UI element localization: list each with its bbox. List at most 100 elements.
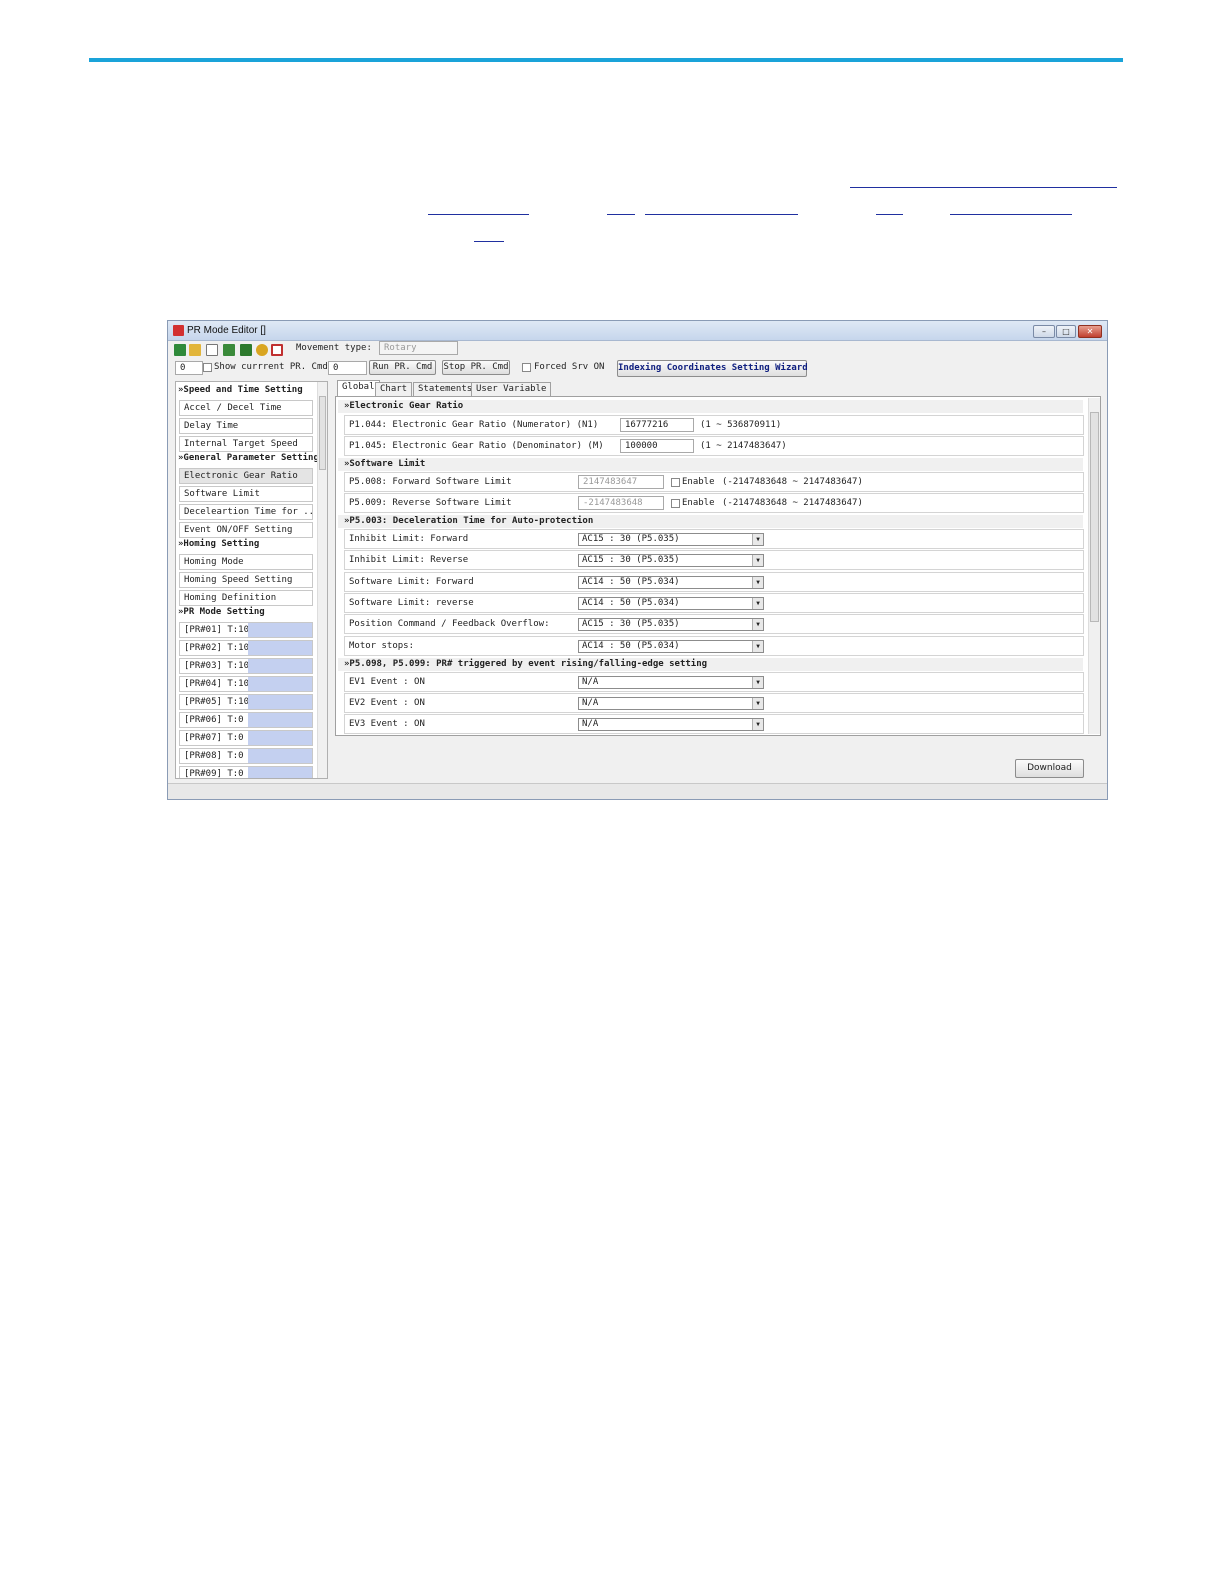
sidebar-item-decel-time[interactable]: Deceleartion Time for ... (179, 504, 313, 520)
chevron-down-icon[interactable]: ▼ (752, 677, 763, 688)
sidebar-item-homing-mode[interactable]: Homing Mode (179, 554, 313, 570)
software-limit-section-header[interactable]: »Software Limit (338, 458, 1083, 471)
close-button[interactable]: ✕ (1078, 325, 1102, 338)
sidebar-group-pr-mode[interactable]: »PR Mode Setting (178, 607, 265, 617)
sidebar-group-homing[interactable]: »Homing Setting (178, 539, 259, 549)
stop-pr-cmd-button[interactable]: Stop PR. Cmd (442, 360, 510, 375)
p1044-label: P1.044: Electronic Gear Ratio (Numerator… (349, 420, 599, 430)
tab-global[interactable]: Global (337, 380, 380, 396)
doc-link[interactable] (428, 214, 529, 215)
doc-link[interactable] (876, 214, 903, 215)
p1045-row: P1.045: Electronic Gear Ratio (Denominat… (344, 436, 1084, 456)
decel-select[interactable]: AC15 : 30 (P5.035) ▼ (578, 554, 764, 567)
sidebar-item-homing-speed[interactable]: Homing Speed Setting (179, 572, 313, 588)
panel-scrollbar[interactable] (1088, 398, 1100, 734)
p5008-enable-checkbox[interactable] (671, 478, 680, 487)
event-row-label: EV3 Event : ON (349, 719, 425, 729)
maximize-button[interactable]: □ (1056, 325, 1076, 338)
p5009-row: P5.009: Reverse Software Limit -21474836… (344, 493, 1084, 513)
chevron-down-icon[interactable]: ▼ (752, 619, 763, 630)
title-bar: PR Mode Editor [] – □ ✕ (168, 321, 1107, 341)
sidebar-item-accel-decel[interactable]: Accel / Decel Time (179, 400, 313, 416)
save-icon[interactable] (174, 344, 186, 356)
download-button[interactable]: Download (1015, 759, 1084, 778)
p5009-input[interactable]: -2147483648 (578, 496, 664, 510)
new-document-icon[interactable] (206, 344, 218, 356)
sidebar-item-gear-ratio[interactable]: Electronic Gear Ratio (179, 468, 313, 484)
sidebar-scrollbar[interactable] (317, 382, 327, 778)
event-select[interactable]: N/A ▼ (578, 676, 764, 689)
doc-link[interactable] (850, 187, 1117, 188)
import-icon[interactable] (223, 344, 235, 356)
pr-list-item[interactable]: [PR#07] T:0 (179, 730, 313, 746)
indexing-wizard-button[interactable]: Indexing Coordinates Setting Wizard (617, 360, 808, 377)
pr-list-item[interactable]: [PR#09] T:0 (179, 766, 313, 778)
doc-link[interactable] (474, 241, 504, 242)
forced-srv-checkbox[interactable] (522, 363, 531, 372)
sidebar-item-homing-definition[interactable]: Homing Definition (179, 590, 313, 606)
decel-select[interactable]: AC15 : 30 (P5.035) ▼ (578, 618, 764, 631)
sidebar: »Speed and Time Setting Accel / Decel Ti… (175, 381, 328, 779)
global-panel: »Electronic Gear Ratio P1.044: Electroni… (335, 396, 1101, 736)
p1044-input[interactable]: 16777216 (620, 418, 694, 432)
chevron-down-icon[interactable]: ▼ (752, 719, 763, 730)
chevron-down-icon[interactable]: ▼ (752, 577, 763, 588)
status-bar (168, 783, 1107, 799)
gear-ratio-section-header[interactable]: »Electronic Gear Ratio (338, 400, 1083, 413)
sidebar-item-event-onoff[interactable]: Event ON/OFF Setting (179, 522, 313, 538)
open-folder-icon[interactable] (189, 344, 201, 356)
sidebar-scroll-thumb[interactable] (319, 396, 326, 470)
decel-select[interactable]: AC14 : 50 (P5.034) ▼ (578, 597, 764, 610)
p5008-enable-label: Enable (682, 477, 715, 487)
event-select[interactable]: N/A ▼ (578, 697, 764, 710)
chevron-down-icon[interactable]: ▼ (752, 698, 763, 709)
decel-select[interactable]: AC14 : 50 (P5.034) ▼ (578, 576, 764, 589)
movement-type-select[interactable]: Rotary (379, 341, 458, 355)
chevron-down-icon[interactable]: ▼ (752, 555, 763, 566)
decel-select[interactable]: AC15 : 30 (P5.035) ▼ (578, 533, 764, 546)
pr-list-item[interactable]: [PR#05] T:10 (179, 694, 313, 710)
pr-list-item[interactable]: [PR#04] T:10 (179, 676, 313, 692)
event-row: EV1 Event : ON N/A ▼ (344, 672, 1084, 692)
sidebar-item-software-limit[interactable]: Software Limit (179, 486, 313, 502)
decel-section-header[interactable]: »P5.003: Deceleration Time for Auto-prot… (338, 515, 1083, 528)
event-select[interactable]: N/A ▼ (578, 718, 764, 731)
app-logo-icon (173, 325, 184, 336)
pr-list-item[interactable]: [PR#02] T:10 (179, 640, 313, 656)
p1045-input[interactable]: 100000 (620, 439, 694, 453)
p5009-enable-checkbox[interactable] (671, 499, 680, 508)
settings-clear-icon[interactable] (271, 344, 283, 356)
tab-user-variable[interactable]: User Variable (471, 382, 552, 396)
chevron-down-icon[interactable]: ▼ (752, 598, 763, 609)
pr-list-item[interactable]: [PR#06] T:0 (179, 712, 313, 728)
panel-scroll-thumb[interactable] (1090, 412, 1099, 622)
p1045-label: P1.045: Electronic Gear Ratio (Denominat… (349, 441, 604, 451)
chevron-down-icon[interactable]: ▼ (752, 641, 763, 652)
minimize-button[interactable]: – (1033, 325, 1055, 338)
doc-link[interactable] (645, 214, 798, 215)
sidebar-item-target-speed[interactable]: Internal Target Speed (179, 436, 313, 452)
pr-index-field[interactable]: 0 (175, 361, 203, 375)
sidebar-group-speed[interactable]: »Speed and Time Setting (178, 385, 303, 395)
show-current-checkbox[interactable] (203, 363, 212, 372)
sidebar-item-delay-time[interactable]: Delay Time (179, 418, 313, 434)
tab-statements[interactable]: Statements (413, 382, 478, 396)
decel-row: Position Command / Feedback Overflow: AC… (344, 614, 1084, 634)
decel-row: Inhibit Limit: Reverse AC15 : 30 (P5.035… (344, 550, 1084, 570)
sidebar-group-general[interactable]: »General Parameter Setting (178, 453, 319, 463)
chevron-down-icon[interactable]: ▼ (752, 534, 763, 545)
tab-chart[interactable]: Chart (375, 382, 413, 396)
pr-list-item[interactable]: [PR#08] T:0 (179, 748, 313, 764)
decel-select[interactable]: AC14 : 50 (P5.034) ▼ (578, 640, 764, 653)
decel-row: Software Limit: Forward AC14 : 50 (P5.03… (344, 572, 1084, 592)
p5008-input[interactable]: 2147483647 (578, 475, 664, 489)
pr-list-item[interactable]: [PR#03] T:10 (179, 658, 313, 674)
key-icon[interactable] (256, 344, 268, 356)
pr-list-item[interactable]: [PR#01] T:10 (179, 622, 313, 638)
event-section-header[interactable]: »P5.098, P5.099: PR# triggered by event … (338, 658, 1083, 671)
export-icon[interactable] (240, 344, 252, 356)
doc-link[interactable] (607, 214, 635, 215)
pr-cmd-field[interactable]: 0 (328, 361, 367, 375)
doc-link[interactable] (950, 214, 1072, 215)
run-pr-cmd-button[interactable]: Run PR. Cmd (369, 360, 436, 375)
